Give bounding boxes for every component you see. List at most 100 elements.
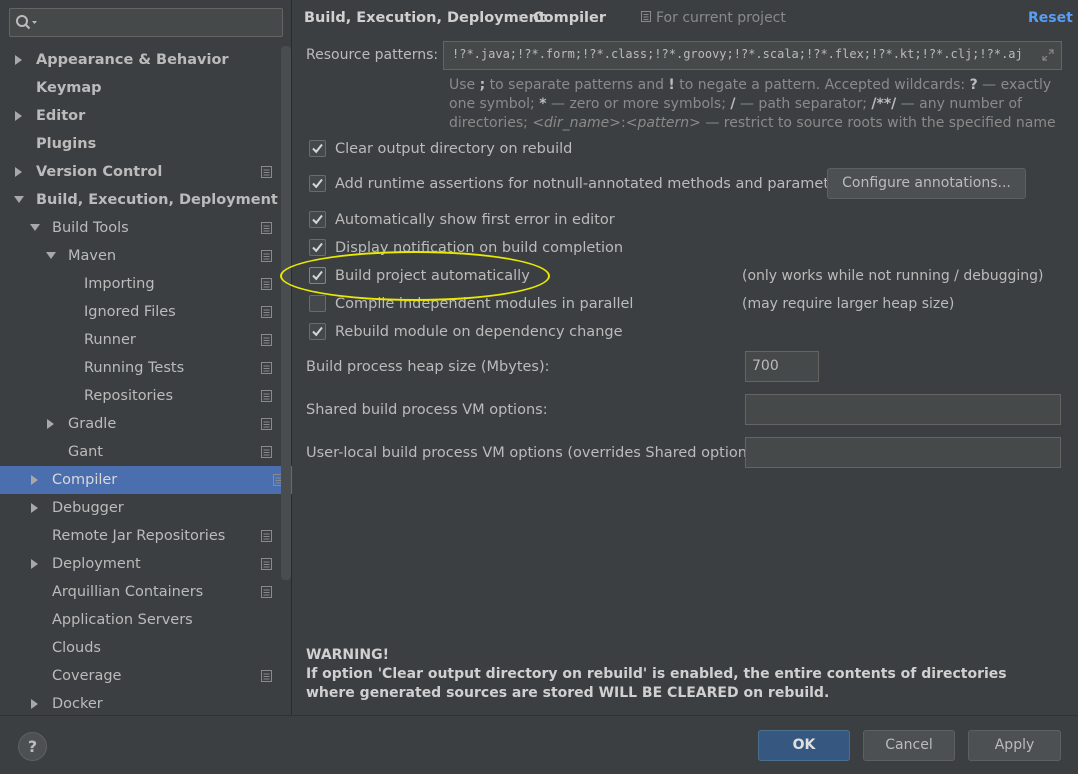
sidebar-item-running-tests[interactable]: Running Tests bbox=[0, 354, 280, 382]
configure-annotations-button[interactable]: Configure annotations... bbox=[827, 168, 1026, 199]
search-icon[interactable] bbox=[15, 14, 39, 32]
sidebar-item-plugins[interactable]: Plugins bbox=[0, 130, 280, 158]
sidebar-item-appearance-behavior[interactable]: Appearance & Behavior bbox=[0, 46, 280, 74]
sidebar-item-label: Ignored Files bbox=[84, 304, 176, 320]
clear-output-checkbox[interactable] bbox=[309, 140, 326, 157]
show-first-error-label[interactable]: Automatically show first error in editor bbox=[335, 210, 615, 230]
sidebar-item-label: Remote Jar Repositories bbox=[52, 528, 226, 544]
sidebar-item-editor[interactable]: Editor bbox=[0, 102, 280, 130]
sidebar-item-docker[interactable]: Docker bbox=[0, 690, 280, 718]
clear-output-label[interactable]: Clear output directory on rebuild bbox=[335, 139, 572, 159]
sidebar-item-label: Importing bbox=[84, 276, 155, 292]
runtime-assertions-label[interactable]: Add runtime assertions for notnull-annot… bbox=[335, 174, 851, 194]
chevron-right-icon[interactable] bbox=[30, 699, 40, 709]
sidebar-item-debugger[interactable]: Debugger bbox=[0, 494, 280, 522]
chevron-down-icon[interactable] bbox=[14, 195, 24, 205]
checkmark-icon bbox=[312, 326, 323, 337]
sidebar-item-label: Debugger bbox=[52, 500, 124, 516]
sidebar-scrollbar[interactable] bbox=[281, 46, 291, 580]
sidebar-item-label: Runner bbox=[84, 332, 136, 348]
resource-patterns-field[interactable]: !?*.java;!?*.form;!?*.class;!?*.groovy;!… bbox=[443, 41, 1062, 70]
scope-label-text: For current project bbox=[656, 10, 786, 26]
sidebar-item-clouds[interactable]: Clouds bbox=[0, 634, 280, 662]
chevron-right-icon[interactable] bbox=[30, 559, 40, 569]
sidebar-item-compiler[interactable]: Compiler bbox=[0, 466, 292, 494]
shared-vm-options-input[interactable] bbox=[745, 394, 1061, 425]
project-scope-icon bbox=[261, 250, 272, 262]
chevron-right-icon[interactable] bbox=[14, 111, 24, 121]
project-scope-icon bbox=[261, 446, 272, 458]
project-scope-icon bbox=[261, 670, 272, 682]
sidebar-item-build-execution-deployment[interactable]: Build, Execution, Deployment bbox=[0, 186, 280, 214]
chevron-right-icon[interactable] bbox=[30, 503, 40, 513]
sidebar-item-label: Arquillian Containers bbox=[52, 584, 204, 600]
sidebar-item-deployment[interactable]: Deployment bbox=[0, 550, 280, 578]
project-scope-icon bbox=[261, 306, 272, 318]
sidebar-item-keymap[interactable]: Keymap bbox=[0, 74, 280, 102]
project-scope-icon bbox=[261, 362, 272, 374]
project-scope-icon bbox=[261, 558, 272, 570]
rebuild-module-label[interactable]: Rebuild module on dependency change bbox=[335, 322, 623, 342]
help-button[interactable]: ? bbox=[18, 732, 47, 761]
project-scope-icon bbox=[261, 222, 272, 234]
apply-button[interactable]: Apply bbox=[968, 730, 1061, 761]
sidebar-item-build-tools[interactable]: Build Tools bbox=[0, 214, 280, 242]
sidebar-item-runner[interactable]: Runner bbox=[0, 326, 280, 354]
show-first-error-checkbox[interactable] bbox=[309, 211, 326, 228]
project-scope-icon bbox=[261, 166, 272, 178]
sidebar-item-label: Build, Execution, Deployment bbox=[36, 192, 278, 208]
build-automatically-note: (only works while not running / debuggin… bbox=[742, 268, 1044, 284]
compile-parallel-note: (may require larger heap size) bbox=[742, 296, 955, 312]
warning-block: WARNING! If option 'Clear output directo… bbox=[306, 646, 1056, 703]
display-notification-checkbox[interactable] bbox=[309, 239, 326, 256]
compile-parallel-checkbox[interactable] bbox=[309, 295, 326, 312]
search-input[interactable] bbox=[42, 12, 278, 33]
sidebar-item-application-servers[interactable]: Application Servers bbox=[0, 606, 280, 634]
sidebar-item-importing[interactable]: Importing bbox=[0, 270, 280, 298]
expand-icon[interactable] bbox=[1041, 48, 1055, 62]
chevron-right-icon[interactable] bbox=[46, 419, 56, 429]
resource-patterns-label: Resource patterns: bbox=[306, 47, 439, 63]
user-vm-options-input[interactable] bbox=[745, 437, 1061, 468]
sidebar-item-label: Build Tools bbox=[52, 220, 129, 236]
project-scope-icon bbox=[261, 334, 272, 346]
sidebar-item-label: Version Control bbox=[36, 164, 163, 180]
sidebar-item-ignored-files[interactable]: Ignored Files bbox=[0, 298, 280, 326]
chevron-right-icon[interactable] bbox=[14, 55, 24, 65]
sidebar-item-label: Coverage bbox=[52, 668, 122, 684]
project-scope-icon bbox=[261, 390, 272, 402]
reset-link[interactable]: Reset bbox=[1028, 8, 1073, 28]
sidebar-item-label: Compiler bbox=[52, 472, 118, 488]
project-scope-icon bbox=[641, 11, 651, 22]
cancel-button[interactable]: Cancel bbox=[863, 730, 955, 761]
sidebar-item-label: Gradle bbox=[68, 416, 117, 432]
rebuild-module-checkbox[interactable] bbox=[309, 323, 326, 340]
ok-button[interactable]: OK bbox=[758, 730, 850, 761]
checkmark-icon bbox=[312, 143, 323, 154]
chevron-right-icon[interactable] bbox=[14, 167, 24, 177]
sidebar-item-repositories[interactable]: Repositories bbox=[0, 382, 280, 410]
runtime-assertions-checkbox[interactable] bbox=[309, 175, 326, 192]
project-scope-icon bbox=[261, 418, 272, 430]
breadcrumb-parent[interactable]: Build, Execution, Deployment bbox=[304, 8, 546, 28]
heap-size-input[interactable]: 700 bbox=[745, 351, 819, 382]
chevron-down-icon[interactable] bbox=[46, 251, 56, 261]
sidebar-item-gradle[interactable]: Gradle bbox=[0, 410, 280, 438]
settings-tree: Appearance & Behavior Keymap Editor Plugins… bbox=[0, 46, 292, 718]
sidebar-item-label: Maven bbox=[68, 248, 117, 264]
chevron-down-icon[interactable] bbox=[30, 223, 40, 233]
project-scope-icon bbox=[261, 278, 272, 290]
sidebar-item-label: Appearance & Behavior bbox=[36, 52, 229, 68]
user-vm-options-label: User-local build process VM options (ove… bbox=[306, 445, 766, 461]
sidebar-item-maven[interactable]: Maven bbox=[0, 242, 280, 270]
sidebar-item-arquillian-containers[interactable]: Arquillian Containers bbox=[0, 578, 280, 606]
sidebar-item-gant[interactable]: Gant bbox=[0, 438, 280, 466]
chevron-right-icon[interactable] bbox=[30, 475, 40, 485]
sidebar-item-version-control[interactable]: Version Control bbox=[0, 158, 280, 186]
settings-sidebar: Appearance & Behavior Keymap Editor Plugins… bbox=[0, 0, 292, 715]
settings-search-box[interactable] bbox=[9, 8, 283, 37]
sidebar-item-label: Clouds bbox=[52, 640, 101, 656]
highlight-ellipse bbox=[280, 251, 550, 301]
sidebar-item-coverage[interactable]: Coverage bbox=[0, 662, 280, 690]
sidebar-item-remote-jar-repositories[interactable]: Remote Jar Repositories bbox=[0, 522, 280, 550]
